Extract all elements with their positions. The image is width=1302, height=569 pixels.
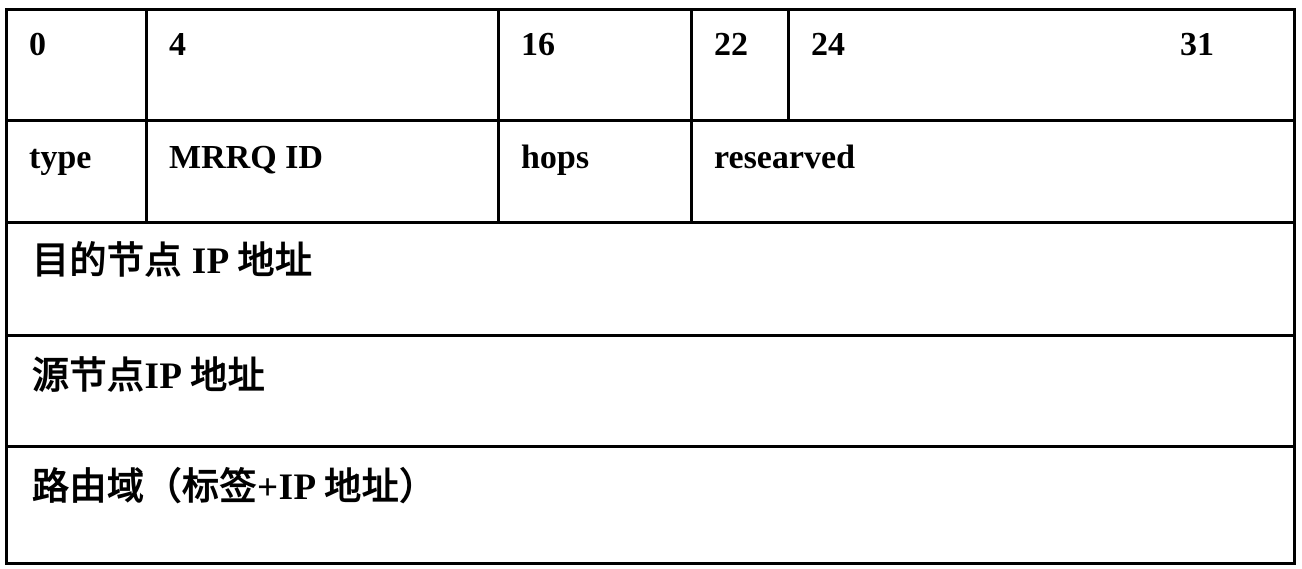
packet-table: 0 4 16 22 24 31 type MRRQ ID hops resear… bbox=[5, 8, 1296, 565]
route-domain-row: 路由域（标签+IP 地址） bbox=[5, 445, 1296, 565]
source-ip-label: 源节点IP 地址 bbox=[32, 356, 266, 397]
bit-tick-22: 22 bbox=[714, 26, 748, 63]
field-cell-researved: researved bbox=[690, 119, 1296, 224]
field-cell-hops: hops bbox=[497, 119, 693, 224]
field-label-mrrq-id: MRRQ ID bbox=[169, 139, 323, 176]
bit-tick-24: 24 bbox=[811, 26, 845, 63]
source-ip-row: 源节点IP 地址 bbox=[5, 334, 1296, 448]
field-label-researved: researved bbox=[714, 139, 855, 176]
bit-ruler-row: 0 4 16 22 24 31 bbox=[5, 8, 1296, 122]
header-fields-row: type MRRQ ID hops researved bbox=[5, 119, 1296, 224]
bit-tick-0: 0 bbox=[29, 26, 46, 63]
bit-tick-31: 31 bbox=[1180, 26, 1214, 63]
field-cell-type: type bbox=[5, 119, 148, 224]
destination-ip-cell: 目的节点 IP 地址 bbox=[5, 221, 1296, 337]
bit-tick-16: 16 bbox=[521, 26, 555, 63]
destination-ip-row: 目的节点 IP 地址 bbox=[5, 221, 1296, 337]
bit-tick-cell-22: 22 bbox=[690, 8, 790, 122]
bit-tick-cell-24-31: 24 31 bbox=[787, 8, 1296, 122]
source-ip-cell: 源节点IP 地址 bbox=[5, 334, 1296, 448]
bit-tick-cell-0: 0 bbox=[5, 8, 148, 122]
route-domain-cell: 路由域（标签+IP 地址） bbox=[5, 445, 1296, 565]
field-cell-mrrq-id: MRRQ ID bbox=[145, 119, 500, 224]
field-label-type: type bbox=[29, 139, 92, 176]
bit-tick-cell-4: 4 bbox=[145, 8, 500, 122]
bit-tick-cell-16: 16 bbox=[497, 8, 693, 122]
bit-tick-4: 4 bbox=[169, 26, 186, 63]
field-label-hops: hops bbox=[521, 139, 590, 176]
packet-format-diagram: 0 4 16 22 24 31 type MRRQ ID hops resear… bbox=[5, 8, 1296, 565]
route-domain-label: 路由域（标签+IP 地址） bbox=[32, 467, 437, 508]
destination-ip-label: 目的节点 IP 地址 bbox=[32, 241, 313, 282]
